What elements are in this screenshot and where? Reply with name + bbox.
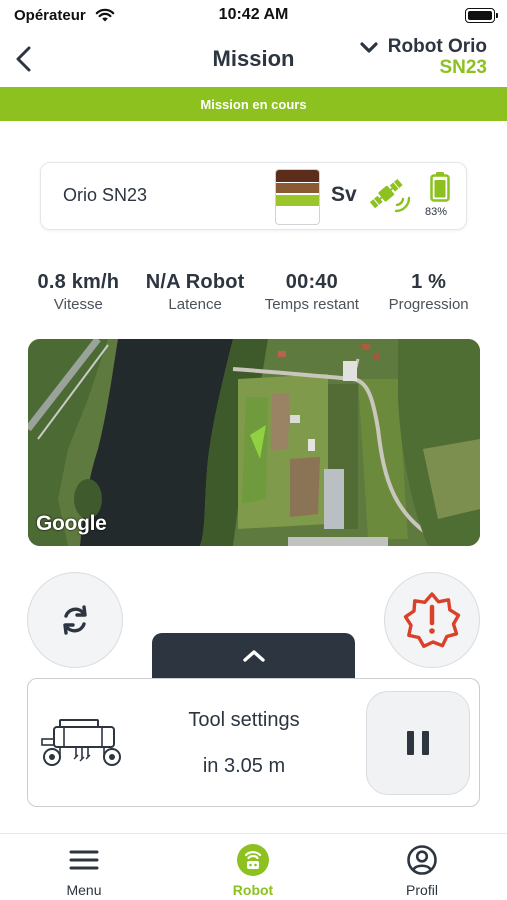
tool-settings-panel: Tool settings in 3.05 m (27, 678, 480, 807)
stat-value: 00:40 (285, 271, 338, 293)
robot-selector[interactable]: Robot Orio SN23 (360, 36, 487, 78)
profile-icon (407, 845, 437, 875)
stat-progress: 1 % Progression (370, 271, 487, 313)
satellite-map[interactable]: Google (28, 339, 480, 546)
stat-value: 0.8 km/h (37, 271, 120, 293)
robot-battery-icon (430, 172, 450, 202)
pause-mission-button[interactable] (366, 691, 470, 795)
tab-label: Menu (66, 882, 102, 898)
clock: 10:42 AM (218, 6, 289, 23)
card-robot-name: Orio SN23 (63, 185, 148, 205)
tool-distance: in 3.05 m (202, 755, 286, 777)
stat-speed: 0.8 km/h Vitesse (20, 271, 137, 313)
robot-status-card: Orio SN23 Sv 83% (40, 162, 467, 230)
menu-icon (69, 850, 99, 870)
tab-label: Profil (406, 882, 438, 898)
tab-label: Robot (232, 882, 274, 898)
soil-type-label: Sv (331, 183, 357, 206)
stat-remaining-time: 00:40 Temps restant (254, 271, 371, 313)
emergency-alert-icon (403, 592, 461, 648)
robot-tractor-icon (41, 719, 121, 766)
stat-label: Progression (388, 296, 469, 313)
battery-percent: 83% (425, 206, 448, 218)
stat-value: N/A Robot (145, 271, 245, 293)
map-attribution: Google (36, 512, 107, 535)
robot-name: Robot Orio (387, 36, 487, 57)
navigation-bar: Mission Robot Orio SN23 (0, 34, 507, 86)
sync-button[interactable] (27, 572, 123, 668)
tab-robot[interactable]: Robot (193, 842, 313, 898)
stat-latency: N/A Robot Latence (137, 271, 254, 313)
mission-status-banner: Mission en cours (0, 87, 507, 121)
expand-panel-button[interactable] (152, 633, 355, 679)
stat-label: Vitesse (53, 296, 103, 313)
battery-icon (465, 8, 498, 23)
status-bar: Opérateur 10:42 AM (0, 0, 507, 34)
tab-menu[interactable]: Menu (24, 842, 144, 898)
mission-status-text: Mission en cours (200, 96, 307, 112)
stat-label: Latence (168, 296, 222, 313)
mission-stats: 0.8 km/h Vitesse N/A Robot Latence 00:40… (20, 271, 487, 313)
stat-value: 1 % (411, 271, 447, 293)
sync-icon (63, 605, 87, 635)
tab-bar: Menu Robot Profil (0, 833, 507, 900)
chevron-down-icon (360, 42, 378, 53)
stat-label: Temps restant (264, 296, 359, 313)
tool-settings-title: Tool settings (188, 709, 300, 731)
soil-layers-icon (275, 169, 320, 225)
chevron-up-icon (242, 650, 265, 662)
robot-serial: SN23 (439, 57, 487, 78)
robot-icon (237, 844, 269, 876)
pause-icon (407, 731, 429, 755)
satellite-icon (369, 179, 411, 213)
tab-profile[interactable]: Profil (362, 842, 482, 898)
emergency-stop-button[interactable] (384, 572, 480, 668)
